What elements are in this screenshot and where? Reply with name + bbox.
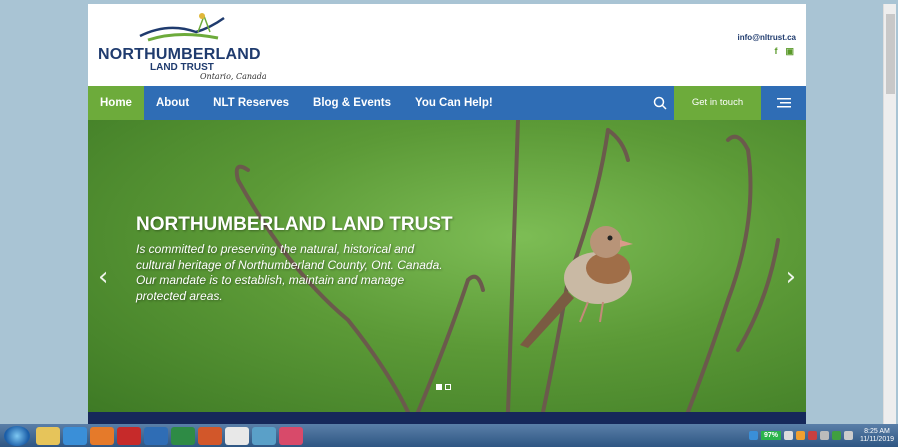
browser-page: NORTHUMBERLAND LAND TRUST Ontario, Canad…	[88, 4, 806, 424]
outlook-icon[interactable]	[144, 426, 168, 445]
slider-dot-1[interactable]	[436, 384, 442, 390]
main-nav: Home About NLT Reserves Blog & Events Yo…	[88, 86, 806, 120]
tray-app-icon[interactable]	[796, 431, 805, 440]
clock-date: 11/11/2019	[860, 435, 894, 443]
battery-badge[interactable]: 97%	[760, 431, 781, 440]
nav-blog-events[interactable]: Blog & Events	[301, 86, 403, 120]
excel-icon[interactable]	[171, 426, 195, 445]
explorer-icon[interactable]	[36, 426, 60, 445]
youtube-icon[interactable]: ▣	[785, 46, 794, 57]
photo-icon[interactable]	[279, 426, 303, 445]
slider-dots	[436, 384, 451, 390]
page-scrollbar[interactable]	[883, 4, 896, 424]
acrobat-icon[interactable]	[117, 426, 141, 445]
help-icon[interactable]	[748, 431, 758, 440]
taskbar-clock[interactable]: 8:25 AM 11/11/2019	[860, 428, 894, 444]
flag-icon[interactable]	[844, 431, 853, 440]
clock-time: 8:25 AM	[864, 427, 890, 435]
hero-slider: NORTHUMBERLAND LAND TRUST Is committed t…	[88, 120, 806, 412]
tray-app-icon[interactable]	[832, 431, 841, 440]
firefox-icon[interactable]	[90, 426, 114, 445]
ie-icon[interactable]	[63, 426, 87, 445]
site-logo[interactable]: NORTHUMBERLAND LAND TRUST Ontario, Canad…	[98, 10, 268, 84]
hero-text: Is committed to preserving the natural, …	[136, 242, 443, 303]
search-icon[interactable]	[647, 86, 673, 120]
network-icon[interactable]	[784, 431, 793, 440]
get-in-touch-button[interactable]: Get in touch	[674, 86, 761, 120]
nav-nlt-reserves[interactable]: NLT Reserves	[201, 86, 301, 120]
system-tray: 97% 8:25 AM 11/11/2019	[748, 424, 894, 447]
social-links: f ▣	[774, 46, 794, 57]
nav-about[interactable]: About	[144, 86, 201, 120]
volume-icon[interactable]	[820, 431, 829, 440]
start-button[interactable]	[4, 425, 30, 446]
logo-landscape-icon	[139, 13, 225, 42]
nav-you-can-help[interactable]: You Can Help!	[403, 86, 505, 120]
chrome-icon[interactable]	[225, 426, 249, 445]
slider-next-icon[interactable]: ›	[786, 262, 796, 292]
app-icon[interactable]	[252, 426, 276, 445]
scrollbar-thumb[interactable]	[886, 14, 895, 94]
windows-taskbar: 97% 8:25 AM 11/11/2019	[0, 424, 898, 447]
powerpoint-icon[interactable]	[198, 426, 222, 445]
facebook-icon[interactable]: f	[774, 46, 777, 57]
slider-prev-icon[interactable]: ‹	[98, 262, 108, 292]
hero-title: NORTHUMBERLAND LAND TRUST	[136, 214, 453, 235]
content-strip	[88, 412, 806, 424]
tray-app-icon[interactable]	[808, 431, 817, 440]
contact-email-link[interactable]: info@nltrust.ca	[738, 33, 796, 42]
nav-home[interactable]: Home	[88, 86, 144, 120]
site-header: NORTHUMBERLAND LAND TRUST Ontario, Canad…	[88, 4, 806, 86]
hamburger-icon[interactable]	[761, 86, 806, 120]
brand-place: Ontario, Canada	[200, 72, 267, 81]
slider-dot-2[interactable]	[445, 384, 451, 390]
